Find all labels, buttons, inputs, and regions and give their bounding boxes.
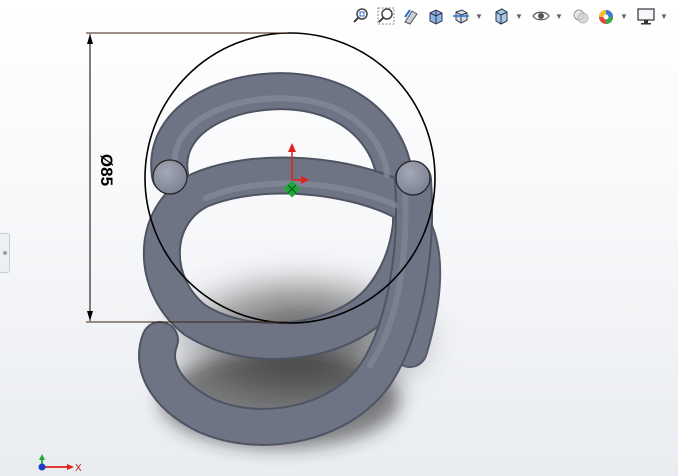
previous-view-button[interactable] [400,5,422,27]
section-view-icon [429,9,443,25]
zoom-to-fit-button[interactable] [350,5,372,27]
display-style-menu-caret[interactable]: ▼ [515,12,523,21]
display-style-icon [495,8,508,25]
hide-show-items-menu-caret[interactable]: ▼ [555,12,563,21]
view-settings-menu-caret[interactable]: ▼ [660,12,668,21]
view-settings-icon [637,8,655,25]
panel-grip-icon [2,251,7,255]
zoom-to-area-icon [377,7,395,25]
display-style-button[interactable] [490,5,512,27]
triad-x-label: X [75,463,82,474]
heads-up-view-toolbar: ▼ ▼ ▼ ▼ ▼ [350,4,672,28]
dimension-value: 85 [97,167,116,186]
hide-show-items-button[interactable] [530,5,552,27]
spring-end-cap-right [395,160,431,196]
apply-scene-icon [599,10,613,24]
graphics-area[interactable]: Ø85 [0,0,678,476]
edit-appearance-icon [573,9,589,24]
zoom-to-area-button[interactable] [375,5,397,27]
hide-show-items-icon [532,11,550,21]
previous-view-icon [404,9,418,25]
edit-appearance-button[interactable] [570,5,592,27]
zoom-to-fit-icon [353,8,368,23]
apply-scene-button[interactable] [595,5,617,27]
collapsed-panel-tab[interactable] [0,233,10,273]
spring-end-cap-left [152,159,188,195]
section-view-button[interactable] [425,5,447,27]
apply-scene-menu-caret[interactable]: ▼ [620,12,628,21]
view-orientation-icon [453,9,469,24]
view-orientation-button[interactable] [450,5,472,27]
view-orientation-menu-caret[interactable]: ▼ [475,12,483,21]
diameter-symbol: Ø [97,154,116,167]
view-settings-button[interactable] [635,5,657,27]
dimension-label: Ø85 [97,154,116,186]
reference-triad: X [38,454,82,474]
